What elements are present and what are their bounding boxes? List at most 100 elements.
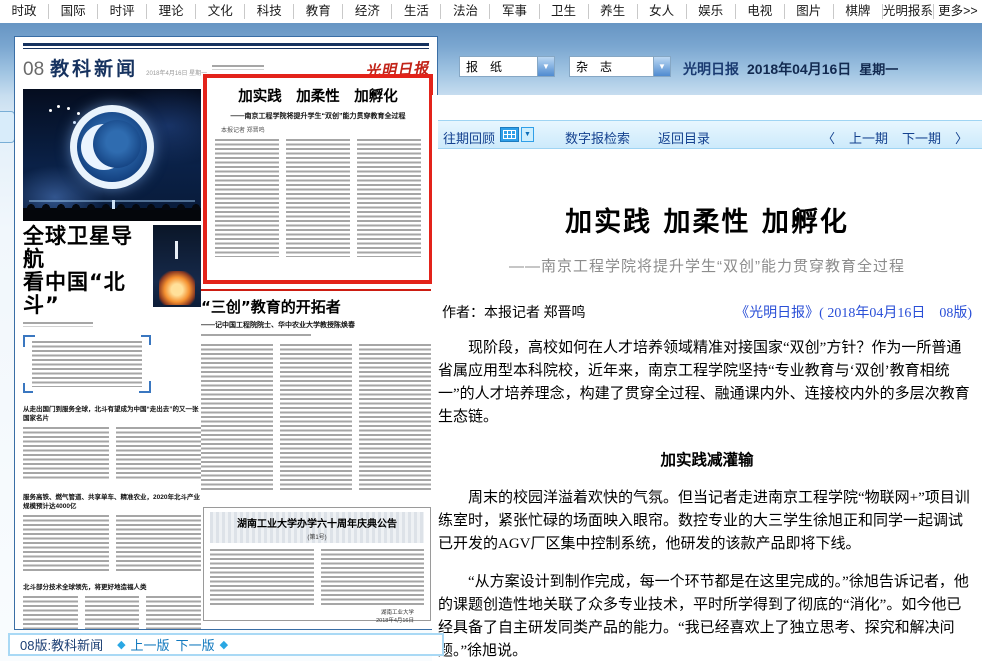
rocket-launch-photo [153, 225, 201, 307]
column-text-placeholder [23, 596, 201, 630]
beidou-subhead-1: 从走出国门到服务全球，北斗有望成为中国“走出去”的又一张国家名片 [23, 405, 201, 423]
diamond-icon: ◆ [220, 638, 228, 651]
issue-date: 2018年04月16日 [747, 59, 851, 79]
diamond-icon: ◆ [117, 638, 125, 651]
featured-subtitle: ——南京工程学院将提升学生“双创”能力贯穿教育全过程 [215, 111, 421, 121]
column-text-placeholder [201, 344, 431, 490]
page-date-line: 2018年4月16日 星期一 [146, 68, 207, 77]
intro-box [23, 335, 151, 393]
nav-item-guoji[interactable]: 国际 [49, 4, 98, 19]
article-body: 现阶段，高校如何在人才培养领域精准对接国家“双创”方针？作为一所普通省属应用型本… [438, 337, 976, 661]
nav-item-lilun[interactable]: 理论 [147, 4, 196, 19]
article-title: 加实践 加柔性 加孵化 [432, 200, 982, 239]
back-to-contents-link[interactable]: 返回目录 [658, 128, 710, 147]
beidou-subhead-2: 服务高铁、燃气管道、共享单车、精准农业，2020年北斗产业规模预计达4000亿 [23, 493, 201, 511]
next-page-link[interactable]: 下一版 [176, 635, 215, 654]
nav-item-yule[interactable]: 娱乐 [687, 4, 736, 19]
header-rule [23, 43, 429, 49]
top-navbar: 时政 国际 时评 理论 文化 科技 教育 经济 生活 法治 军事 卫生 养生 女… [0, 0, 982, 23]
nav-item-gmbaoxi[interactable]: 光明报系 [883, 4, 934, 19]
column-text-placeholder [23, 427, 201, 481]
nav-item-jingji[interactable]: 经济 [343, 4, 392, 19]
column-text-placeholder [23, 515, 201, 571]
nav-item-qipai[interactable]: 棋牌 [834, 4, 883, 19]
bracket-corner [141, 335, 151, 345]
beidou-logo-disc [77, 112, 147, 182]
star-dots [57, 105, 60, 108]
calendar-icon[interactable] [500, 127, 519, 142]
dropdown-arrow-icon[interactable]: ▼ [537, 57, 554, 76]
nav-item-nvren[interactable]: 女人 [638, 4, 687, 19]
masthead-row: 光明日报 2018年04月16日 星期一 [683, 59, 898, 79]
byline-placeholder [201, 334, 311, 338]
beidou-headline: 全球卫星导航 看中国“北斗” [23, 225, 151, 317]
nav-item-more[interactable]: 更多>> [934, 4, 982, 19]
beidou-subhead-3: 北斗部分技术全球领先，将更好地造福人类 [23, 583, 201, 592]
article-paragraph: 周末的校园洋溢着欢快的气氛。但当记者走进南京工程学院“物联网+”项目训练室时，紧… [438, 487, 976, 556]
nav-item-weisheng[interactable]: 卫生 [540, 4, 589, 19]
speaker-figure [112, 200, 115, 209]
magazine-select-value: 杂 志 [570, 58, 653, 75]
article-section-heading: 加实践减灌输 [438, 449, 976, 472]
article-subtitle: ——南京工程学院将提升学生“双创”能力贯穿教育全过程 [432, 255, 982, 276]
nav-item-wenhua[interactable]: 文化 [196, 4, 245, 19]
nav-item-shiping[interactable]: 时评 [98, 4, 147, 19]
intro-text-placeholder [32, 341, 142, 387]
nav-item-tupian[interactable]: 图片 [785, 4, 834, 19]
audience-silhouette [23, 208, 201, 221]
prev-issue-link[interactable]: 上一期 [849, 128, 888, 147]
paper-select-value: 报 纸 [460, 58, 537, 75]
featured-headline: 加实践 加柔性 加孵化 [215, 85, 421, 106]
article-author: 作者：本报记者 郑晋鸣 [442, 302, 586, 322]
selected-article-highlight[interactable]: 加实践 加柔性 加孵化 ——南京工程学院将提升学生“双创”能力贯穿教育全过程 本… [203, 74, 433, 284]
nav-item-junshi[interactable]: 军事 [490, 4, 539, 19]
sanchuang-article[interactable]: “三创”教育的开拓者 ——记中国工程院院士、华中农业大学教授陈焕春 [201, 289, 431, 490]
article-source[interactable]: 《光明日报》( 2018年04月16日 08版) [735, 302, 972, 322]
calendar-picker[interactable]: ▼ [500, 127, 534, 142]
calendar-dropdown-icon[interactable]: ▼ [521, 127, 534, 142]
nav-item-shenghuo[interactable]: 生活 [392, 4, 441, 19]
editor-text-placeholder [212, 65, 264, 70]
sanchuang-subtitle: ——记中国工程院院士、华中农业大学教授陈焕春 [201, 320, 431, 330]
issue-weekday: 星期一 [859, 59, 898, 78]
beidou-logo [70, 105, 154, 189]
paper-name: 光明日报 [683, 59, 739, 79]
next-issue-link[interactable]: 下一期 [902, 128, 941, 147]
nav-item-shizheng[interactable]: 时政 [0, 4, 49, 19]
paper-select[interactable]: 报 纸 ▼ [459, 56, 555, 77]
nav-item-keji[interactable]: 科技 [245, 4, 294, 19]
page-section-name: 教科新闻 [50, 54, 138, 81]
newspaper-page-thumbnail[interactable]: 08 教科新闻 2018年4月16日 星期一 光明日报 全球卫星导航 看中国“北… [14, 36, 438, 630]
issue-toolbar: 往期回顾 ▼ 数字报检索 返回目录 〈 上一期 下一期 〉 [438, 120, 982, 149]
magazine-select[interactable]: 杂 志 ▼ [569, 56, 671, 77]
article-paragraph: 现阶段，高校如何在人才培养领域精准对接国家“双创”方针？作为一所普通省属应用型本… [438, 337, 976, 429]
red-rule [201, 289, 431, 291]
past-issues-link[interactable]: 往期回顾 [443, 128, 495, 147]
prev-page-link[interactable]: 上一版 [131, 635, 170, 654]
nav-item-fazhi[interactable]: 法治 [441, 4, 490, 19]
notice-signature: 湖南工业大学 2018年4月16日 [210, 609, 424, 625]
featured-byline: 本报记者 郑晋鸣 [221, 125, 421, 134]
nav-item-dianshi[interactable]: 电视 [736, 4, 785, 19]
page-number: 08 [23, 59, 44, 81]
next-issue-bracket[interactable]: 〉 [955, 128, 968, 147]
beidou-article[interactable]: 全球卫星导航 看中国“北斗” 从走出国门到服务全球，北斗有望成为中国“走出去”的… [23, 225, 201, 630]
notice-issue-no: (第1号) [212, 532, 422, 541]
dropdown-arrow-icon[interactable]: ▼ [653, 57, 670, 76]
notice-text-placeholder [210, 549, 424, 605]
column-text-placeholder [215, 139, 421, 257]
page-pager-bar: 08版:教科新闻 ◆ 上一版 下一版 ◆ [8, 633, 444, 656]
nav-item-jiaoyu[interactable]: 教育 [294, 4, 343, 19]
notice-title: 湖南工业大学办学六十周年庆典公告 [212, 515, 422, 530]
nav-item-yangsheng[interactable]: 养生 [589, 4, 638, 19]
university-notice[interactable]: 湖南工业大学办学六十周年庆典公告 (第1号) 湖南工业大学 2018年4月16日 [203, 507, 431, 621]
digital-search-link[interactable]: 数字报检索 [565, 128, 630, 147]
sidebar-collapse-tab[interactable] [0, 111, 15, 143]
sanchuang-headline: “三创”教育的开拓者 [201, 296, 431, 317]
byline-placeholder [23, 322, 93, 327]
article-paragraph: “从方案设计到制作完成，每一个环节都是在这里完成的。”徐旭告诉记者，他的课题创造… [438, 571, 976, 661]
article-panel: 加实践 加柔性 加孵化 ——南京工程学院将提升学生“双创”能力贯穿教育全过程 作… [432, 95, 982, 661]
prev-issue-bracket[interactable]: 〈 [822, 128, 835, 147]
beidou-stage-photo[interactable] [23, 89, 201, 221]
notice-header-band: 湖南工业大学办学六十周年庆典公告 (第1号) [210, 512, 424, 543]
